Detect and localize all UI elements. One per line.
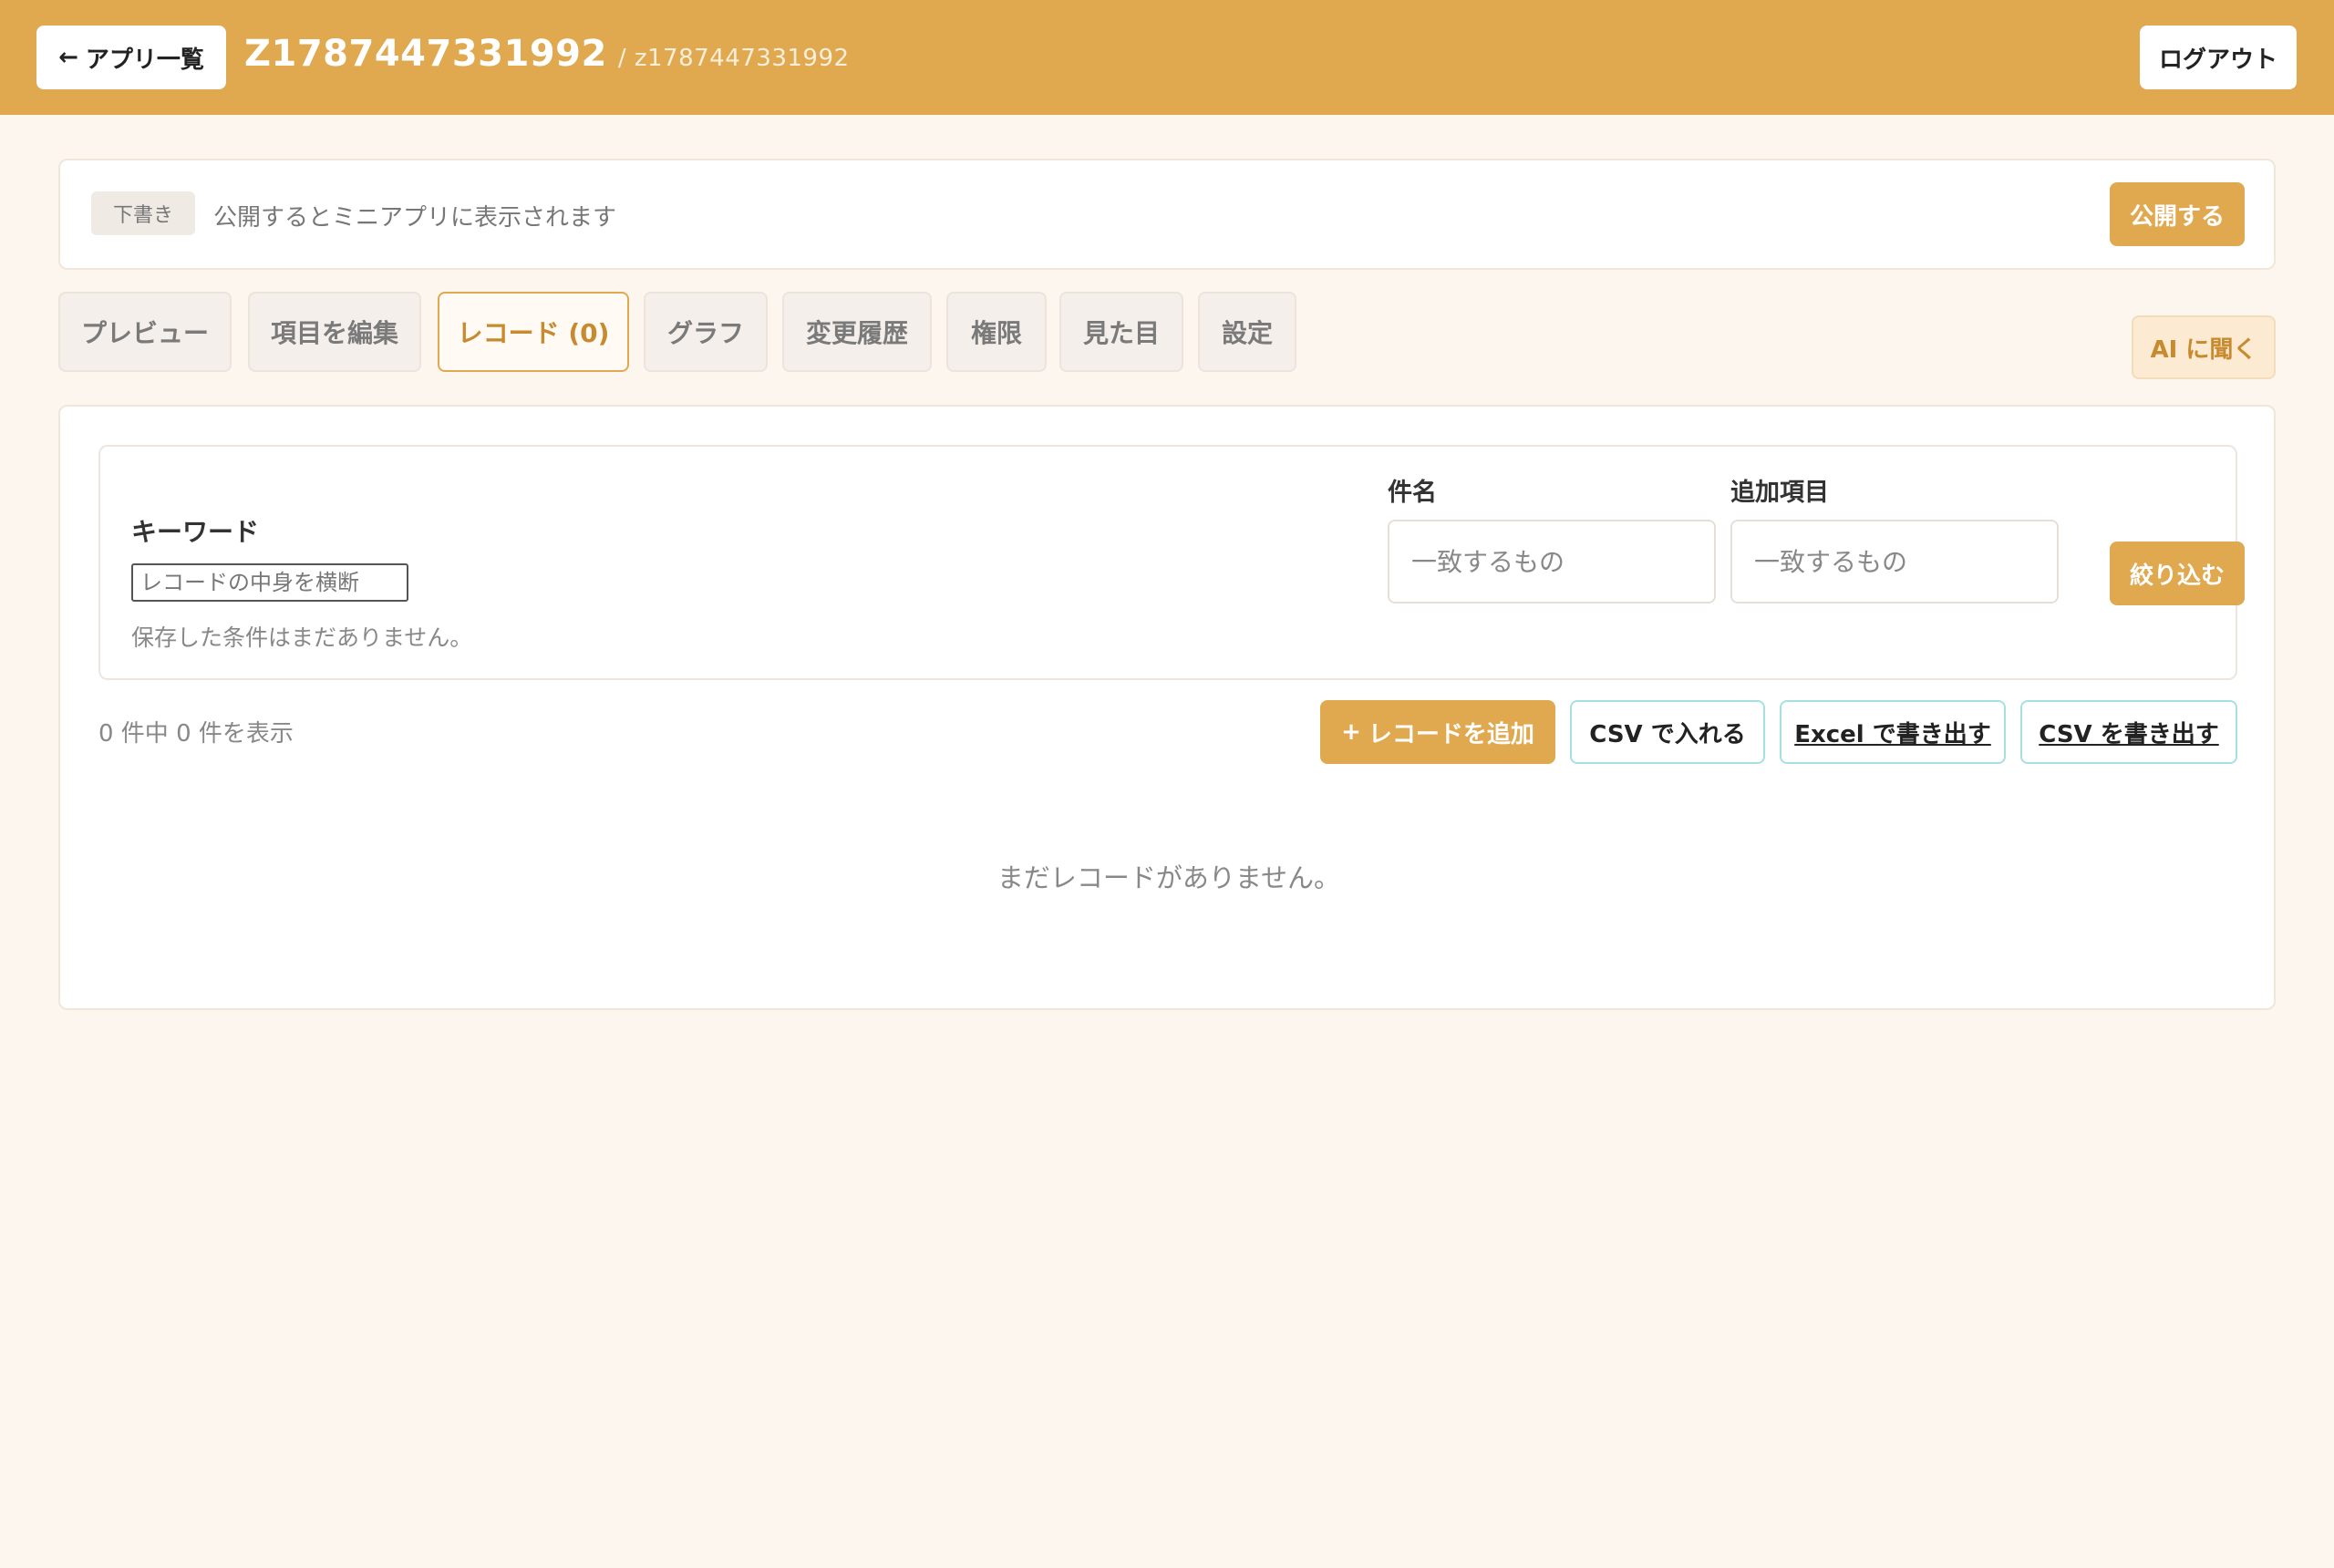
filter-box: キーワード 保存した条件はまだありません。 件名 追加項目 絞り込む — [98, 445, 2245, 680]
back-to-apps-button[interactable]: ← アプリ一覧 — [36, 26, 226, 89]
apply-filter-button[interactable]: 絞り込む — [2110, 542, 2245, 605]
tab-records[interactable]: レコード (0) — [438, 292, 629, 372]
ask-ai-button[interactable]: AI に聞く — [2132, 315, 2276, 379]
extra-field-filter-label: 追加項目 — [1730, 479, 1829, 507]
saved-filters-message: 保存した条件はまだありません。 — [131, 624, 473, 651]
logout-button[interactable]: ログアウト — [2140, 26, 2297, 89]
record-count: 0 件中 0 件を表示 — [98, 720, 294, 748]
records-panel: キーワード 保存した条件はまだありません。 件名 追加項目 絞り込む 0 件中 … — [58, 405, 2276, 1010]
publish-status-card: 下書き 公開するとミニアプリに表示されます 公開する — [58, 159, 2276, 270]
back-button-label: アプリ一覧 — [85, 46, 204, 74]
arrow-left-icon: ← — [58, 44, 78, 71]
top-bar: ← アプリ一覧 Z1787447331992 / z1787447331992 … — [0, 0, 2334, 115]
app-title: Z1787447331992 / z1787447331992 — [244, 33, 850, 75]
keyword-search-input[interactable] — [131, 563, 408, 602]
tab-graph[interactable]: グラフ — [644, 292, 768, 372]
tab-preview[interactable]: プレビュー — [58, 292, 232, 372]
tab-settings[interactable]: 設定 — [1198, 292, 1296, 372]
publish-hint-text: 公開するとミニアプリに表示されます — [213, 204, 617, 232]
app-name: Z1787447331992 — [244, 33, 607, 75]
tab-history[interactable]: 変更履歴 — [782, 292, 932, 372]
publish-button[interactable]: 公開する — [2110, 182, 2245, 246]
subject-filter-label: 件名 — [1388, 479, 1437, 507]
add-record-button[interactable]: + レコードを追加 — [1320, 700, 1555, 764]
csv-import-button[interactable]: CSV で入れる — [1570, 700, 1765, 764]
app-slug: / z1787447331992 — [617, 45, 850, 72]
tab-appearance[interactable]: 見た目 — [1059, 292, 1183, 372]
add-record-label: レコードを追加 — [1368, 720, 1534, 748]
subject-filter-input[interactable] — [1388, 520, 1716, 603]
tab-edit-fields[interactable]: 項目を編集 — [248, 292, 421, 372]
keyword-label: キーワード — [131, 517, 260, 547]
draft-badge: 下書き — [91, 191, 195, 235]
tab-permissions[interactable]: 権限 — [946, 292, 1047, 372]
csv-export-button[interactable]: CSV を書き出す — [2020, 700, 2237, 764]
extra-field-filter-input[interactable] — [1730, 520, 2059, 603]
excel-export-button[interactable]: Excel で書き出す — [1780, 700, 2006, 764]
plus-icon: + — [1341, 718, 1361, 746]
empty-records-message: まだレコードがありません。 — [997, 862, 1341, 893]
